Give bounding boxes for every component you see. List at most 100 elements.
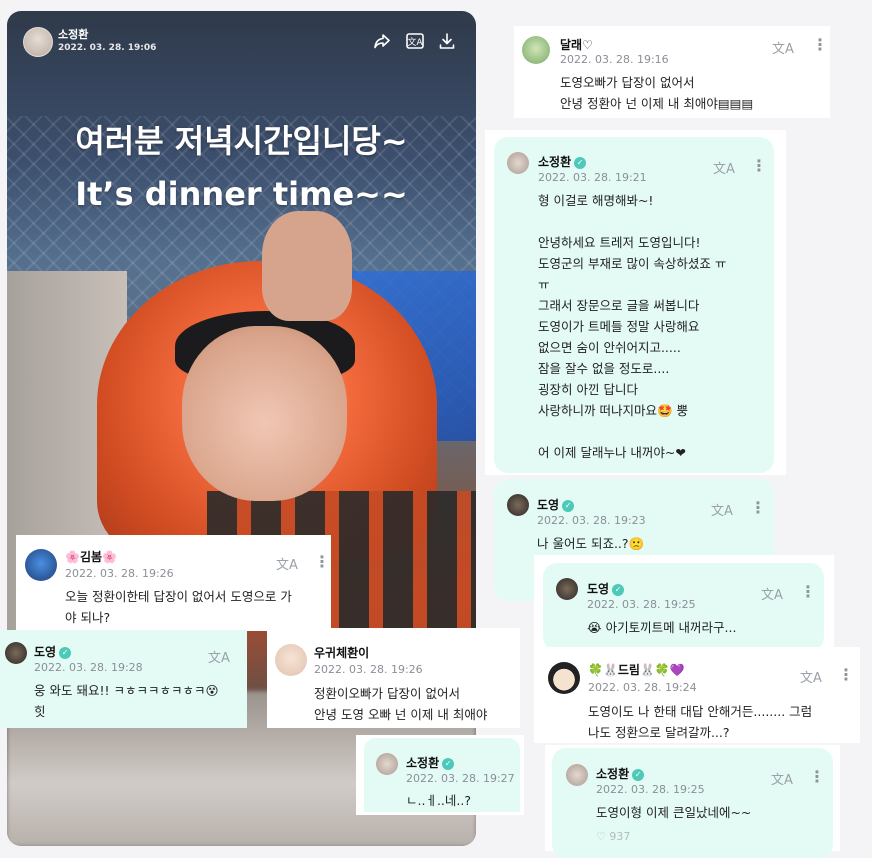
caption-line-english: It’s dinner time~~ <box>75 175 408 213</box>
comment-text: 나 울어도 되죠..?🙁 <box>537 536 645 551</box>
comment-date: 2022. 03. 28. 19:25 <box>596 783 705 796</box>
verified-icon: ✓ <box>574 157 587 169</box>
avatar[interactable] <box>5 642 27 664</box>
comment-author[interactable]: 소정환 ✓ <box>596 765 645 782</box>
post-author-avatar[interactable] <box>23 27 53 57</box>
comment-author[interactable]: 달래♡ <box>560 36 593 53</box>
avatar[interactable] <box>522 36 550 64</box>
translate-icon[interactable]: 文A <box>771 769 793 788</box>
download-icon[interactable] <box>436 31 458 53</box>
comment-card-jh-1927: 소정환 ✓ 2022. 03. 28. 19:27 ㄴ..ㅔ..네..? <box>364 738 520 812</box>
translate-icon[interactable]: 文A <box>404 31 426 53</box>
translate-icon[interactable]: 文A <box>208 647 230 666</box>
comment-card-jh-long: 소정환 ✓ 2022. 03. 28. 19:21 文A ⋮ 형 이걸로 해명해봐… <box>494 137 774 473</box>
caption-line-korean: 여러분 저녁시간입니당~ <box>75 122 408 160</box>
share-icon[interactable] <box>371 31 393 53</box>
more-icon[interactable]: ⋮ <box>812 35 828 54</box>
more-icon[interactable]: ⋮ <box>809 767 825 786</box>
comment-card-uguichehwan: 우귀체환이 2022. 03. 28. 19:26 정환이오빠가 답장이 없어서… <box>267 628 520 728</box>
translate-icon[interactable]: 文A <box>772 38 794 57</box>
more-icon[interactable]: ⋮ <box>838 665 854 684</box>
comment-text-line: 도영이도 나 한태 대답 안해거든........ 그럼 <box>588 704 813 719</box>
comment-text-line: ㅠ <box>538 277 550 292</box>
comment-author[interactable]: 도영 ✓ <box>537 496 575 513</box>
comment-date: 2022. 03. 28. 19:21 <box>538 171 647 184</box>
comment-text-line: 도영오빠가 답장이 없어서 <box>560 75 695 90</box>
like-button[interactable]: ♡ 937 <box>596 830 630 843</box>
translate-icon[interactable]: 文A <box>713 158 735 177</box>
avatar[interactable] <box>548 662 580 694</box>
comment-date: 2022. 03. 28. 19:28 <box>34 661 143 674</box>
comment-date: 2022. 03. 28. 19:23 <box>537 514 646 527</box>
comment-text: ㄴ..ㅔ..네..? <box>406 793 471 808</box>
comment-text-line: 안녕 도영 오빠 넌 이제 내 최애야 <box>314 707 488 722</box>
translate-icon[interactable]: 文A <box>276 554 298 573</box>
comment-date: 2022. 03. 28. 19:24 <box>588 681 697 694</box>
comment-text-line: 없으면 숨이 안쉬어지고..... <box>538 340 681 355</box>
comment-text-line: 힛 <box>34 704 46 719</box>
more-icon[interactable]: ⋮ <box>314 552 330 571</box>
avatar[interactable] <box>376 753 398 775</box>
comment-card-dy-1925: 도영 ✓ 2022. 03. 28. 19:25 文A ⋮ 😭 아기토끼트메 내꺼… <box>543 563 824 651</box>
comment-text: 도영이형 이제 큰일났네에~~ <box>596 805 752 820</box>
more-icon[interactable]: ⋮ <box>750 498 766 517</box>
comment-text-line: 안녕하세요 트레저 도영입니다! <box>538 235 701 250</box>
post-author-name[interactable]: 소정환 <box>58 26 88 42</box>
verified-icon: ✓ <box>562 500 575 512</box>
comment-date: 2022. 03. 28. 19:26 <box>65 567 174 580</box>
verified-icon: ✓ <box>632 769 645 781</box>
comment-author[interactable]: 도영 ✓ <box>587 580 625 597</box>
comment-text-line: 나도 정환으로 달려갈까...? <box>588 725 730 740</box>
comment-text-line: 잠을 잘수 없을 정도로.... <box>538 361 670 376</box>
comment-date: 2022. 03. 28. 19:16 <box>560 53 669 66</box>
avatar[interactable] <box>25 549 57 581</box>
more-icon[interactable]: ⋮ <box>751 156 767 175</box>
comment-text-line: 사랑하니까 떠나지마요🤩 뿡 <box>538 403 689 418</box>
post-date: 2022. 03. 28. 19:06 <box>58 43 157 53</box>
comment-author[interactable]: 소정환 ✓ <box>538 153 587 170</box>
photo-hand-vsign <box>262 211 352 321</box>
post-caption: 여러분 저녁시간입니당~ It’s dinner time~~ <box>7 115 476 221</box>
comment-author[interactable]: 도영 ✓ <box>34 643 72 660</box>
avatar[interactable] <box>507 152 529 174</box>
comment-text-line: 굉장히 아낀 답니다 <box>538 382 638 397</box>
heart-icon: ♡ <box>596 830 606 843</box>
more-icon[interactable]: ⋮ <box>800 582 816 601</box>
comment-card-jh-1925: 소정환 ✓ 2022. 03. 28. 19:25 文A ⋮ 도영이형 이제 큰일… <box>552 748 833 858</box>
comment-text-line: 오늘 정환이한테 답장이 없어서 도영으로 가 <box>65 589 292 604</box>
comment-text-line: 정환이오빠가 답장이 없어서 <box>314 686 460 701</box>
avatar[interactable] <box>507 494 529 516</box>
translate-icon[interactable]: 文A <box>800 667 822 686</box>
comment-date: 2022. 03. 28. 19:25 <box>587 598 696 611</box>
comment-text-line: 야 되나? <box>65 610 111 625</box>
comment-author[interactable]: 우귀체환이 <box>314 644 369 661</box>
avatar[interactable] <box>556 578 578 600</box>
comment-text-line: 웅 와도 돼요!! ㅋㅎㅋㅋㅎㅋㅎㅋ😵 <box>34 683 219 698</box>
verified-icon: ✓ <box>612 584 625 596</box>
comment-text-line: 도영군의 부재로 많이 속상하셨죠 ㅠ <box>538 256 727 271</box>
comment-text-line: 안녕 정환아 넌 이제 내 최애야▤▤▤ <box>560 96 754 111</box>
avatar[interactable] <box>566 764 588 786</box>
comment-author[interactable]: 🍀🐰드림🐰🍀💜 <box>588 661 685 678</box>
verified-icon: ✓ <box>59 647 72 659</box>
comment-text: 😭 아기토끼트메 내꺼라구... <box>587 620 737 635</box>
comment-text-line: 그래서 장문으로 글을 써봅니다 <box>538 298 700 313</box>
comment-author[interactable]: 🌸김봄🌸 <box>65 548 117 565</box>
verified-icon: ✓ <box>442 758 455 770</box>
comment-author[interactable]: 소정환 ✓ <box>406 754 455 771</box>
comment-card-dallae: 달래♡ 2022. 03. 28. 19:16 文A ⋮ 도영오빠가 답장이 없… <box>514 26 830 118</box>
translate-icon[interactable]: 文A <box>711 500 733 519</box>
comment-date: 2022. 03. 28. 19:27 <box>406 772 515 785</box>
photo-face <box>182 326 347 501</box>
like-count: 937 <box>609 830 631 843</box>
comment-text-line: 형 이걸로 해명해봐~! <box>538 193 654 208</box>
comment-card-kimbom: 🌸김봄🌸 2022. 03. 28. 19:26 文A ⋮ 오늘 정환이한테 답… <box>16 535 331 631</box>
comment-date: 2022. 03. 28. 19:26 <box>314 663 423 676</box>
comment-text-line: 어 이제 달래누나 내꺼야~❤ <box>538 445 686 460</box>
svg-text:文A: 文A <box>407 36 423 48</box>
comment-card-dy-1928: 도영 ✓ 2022. 03. 28. 19:28 文A 웅 와도 돼요!! ㅋㅎㅋ… <box>0 630 247 728</box>
avatar[interactable] <box>275 644 307 676</box>
translate-icon[interactable]: 文A <box>761 584 783 603</box>
comment-text-line: 도영이가 트메들 정말 사랑해요 <box>538 319 700 334</box>
comment-card-dream: 🍀🐰드림🐰🍀💜 2022. 03. 28. 19:24 文A ⋮ 도영이도 나 … <box>534 647 860 743</box>
